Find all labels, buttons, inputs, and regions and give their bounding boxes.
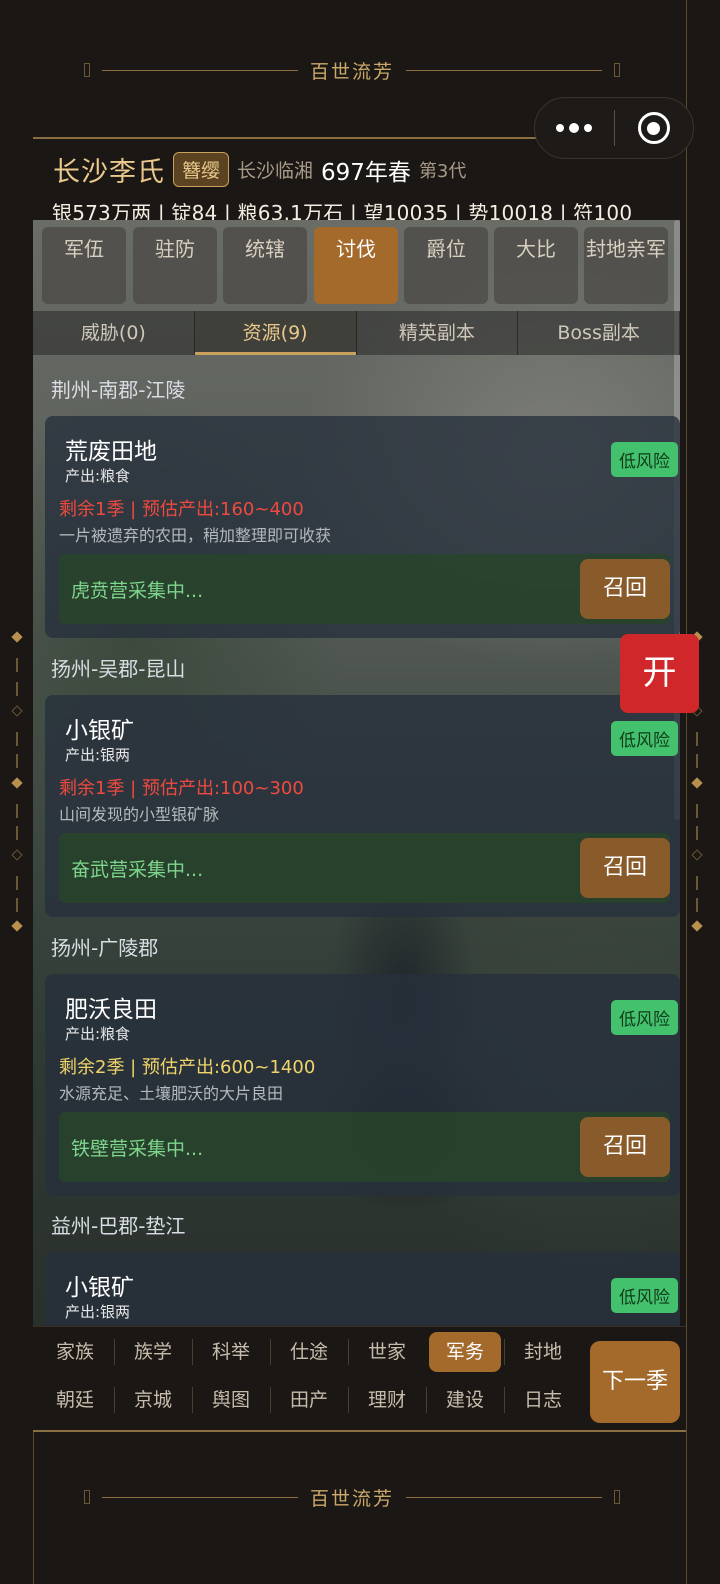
title-endcap-right <box>614 63 621 77</box>
collect-status-text: 奋武营采集中... <box>71 859 204 881</box>
title-rule-right <box>406 69 603 71</box>
recall-button[interactable]: 召回 <box>580 559 670 619</box>
close-miniprogram-button[interactable] <box>615 98 694 158</box>
tab-garrison[interactable]: 驻防 <box>133 227 217 304</box>
subtab-elite-dungeon[interactable]: 精英副本 <box>356 311 519 355</box>
resource-region: 益州-巴郡-垫江 <box>51 1214 186 1238</box>
resource-output: 产出:银两 <box>65 1303 131 1321</box>
risk-badge: 低风险 <box>611 442 678 477</box>
nav-family[interactable]: 家族 <box>36 1332 114 1372</box>
tab-fief-guard[interactable]: 封地亲军 <box>584 227 668 304</box>
collect-status-bar: 虎贲营采集中... 召回 <box>59 554 670 624</box>
resource-remaining: 剩余1季 | 预估产出:100~300 <box>59 778 304 799</box>
subtab-boss-dungeon[interactable]: Boss副本 <box>518 311 680 355</box>
tab-nobility[interactable]: 爵位 <box>404 227 488 304</box>
resource-output: 产出:粮食 <box>65 1025 131 1043</box>
bottom-nav-divider <box>33 1430 686 1432</box>
subtab-threats[interactable]: 威胁(0) <box>33 311 195 355</box>
top-title-row: 百世流芳 <box>84 55 621 85</box>
risk-badge: 低风险 <box>611 1000 678 1035</box>
resource-card: 小银矿 低风险 产出:银两 剩余1季 | 预估产出:100~300 山间发现的小… <box>45 695 680 917</box>
nav-clan-school[interactable]: 族学 <box>114 1332 192 1372</box>
secondary-tabs: 威胁(0) 资源(9) 精英副本 Boss副本 <box>33 311 680 355</box>
tab-competition[interactable]: 大比 <box>494 227 578 304</box>
miniprogram-capsule <box>534 97 694 159</box>
app-title: 百世流芳 <box>310 60 395 83</box>
nav-court[interactable]: 朝廷 <box>36 1380 114 1420</box>
current-year: 697年春 <box>321 159 411 186</box>
nav-career[interactable]: 仕途 <box>270 1332 348 1372</box>
recall-button[interactable]: 召回 <box>580 838 670 898</box>
nav-estates[interactable]: 田产 <box>270 1380 348 1420</box>
clan-name: 长沙李氏 <box>53 157 165 188</box>
rank-badge: 簪缨 <box>173 152 230 187</box>
resource-remaining: 剩余1季 | 预估产出:160~400 <box>59 499 304 520</box>
title-endcap-left <box>84 63 90 77</box>
resource-output: 产出:粮食 <box>65 467 131 485</box>
risk-badge: 低风险 <box>611 721 678 756</box>
more-menu-icon[interactable] <box>535 98 614 158</box>
footer-title: 百世流芳 <box>310 1487 395 1510</box>
nav-map[interactable]: 舆图 <box>192 1380 270 1420</box>
collect-status-bar: 铁壁营采集中... 召回 <box>59 1112 670 1182</box>
left-side-ornament <box>10 630 24 932</box>
title-rule-left <box>102 69 298 71</box>
generation: 第3代 <box>418 160 467 182</box>
clan-location: 长沙临湘 <box>237 160 314 182</box>
subtab-resources[interactable]: 资源(9) <box>194 311 357 355</box>
resource-region: 荆州-南郡-江陵 <box>51 378 186 402</box>
resource-description: 水源充足、土壤肥沃的大片良田 <box>59 1084 284 1103</box>
resource-card: 小银矿 低风险 产出:银两 <box>45 1252 680 1326</box>
resource-remaining: 剩余2季 | 预估产出:600~1400 <box>59 1057 316 1078</box>
recall-button[interactable]: 召回 <box>580 1117 670 1177</box>
bottom-nav: 家族 族学 科举 仕途 世家 军务 封地 朝廷 京城 舆图 田产 理财 建设 日… <box>33 1326 686 1430</box>
clan-title-row: 长沙李氏 簪缨 长沙临湘 697年春 第3代 <box>53 150 466 189</box>
resource-name: 荒废田地 <box>65 439 157 465</box>
resource-name: 肥沃良田 <box>65 997 157 1023</box>
footer-endcap-right <box>614 1490 621 1504</box>
resource-name: 小银矿 <box>65 1275 134 1301</box>
tab-expedition[interactable]: 讨伐 <box>314 227 398 304</box>
resource-region: 扬州-广陵郡 <box>51 936 159 960</box>
nav-military[interactable]: 军务 <box>429 1332 501 1372</box>
main-panel: 军伍 驻防 统辖 讨伐 爵位 大比 封地亲军 威胁(0) 资源(9) 精英副本 … <box>33 220 680 1326</box>
resource-name: 小银矿 <box>65 718 134 744</box>
footer-rule-right <box>406 1496 603 1498</box>
resource-region: 扬州-吴郡-昆山 <box>51 657 186 681</box>
next-season-button[interactable]: 下一季 <box>590 1341 680 1423</box>
resource-description: 一片被遗弃的农田，稍加整理即可收获 <box>59 526 332 545</box>
nav-log[interactable]: 日志 <box>504 1380 582 1420</box>
close-target-icon <box>637 112 670 144</box>
resource-card: 肥沃良田 低风险 产出:粮食 剩余2季 | 预估产出:600~1400 水源充足… <box>45 974 680 1196</box>
footer-title-row: 百世流芳 <box>84 1482 621 1512</box>
nav-finance[interactable]: 理财 <box>348 1380 426 1420</box>
footer-rule-left <box>102 1496 298 1498</box>
collect-status-bar: 奋武营采集中... 召回 <box>59 833 670 903</box>
nav-exam[interactable]: 科举 <box>192 1332 270 1372</box>
nav-fief[interactable]: 封地 <box>504 1332 582 1372</box>
collect-status-text: 虎贲营采集中... <box>71 580 204 602</box>
tab-army[interactable]: 军伍 <box>42 227 126 304</box>
tab-jurisdiction[interactable]: 统辖 <box>223 227 307 304</box>
footer-endcap-left <box>84 1490 90 1504</box>
nav-capital[interactable]: 京城 <box>114 1380 192 1420</box>
risk-badge: 低风险 <box>611 1278 678 1313</box>
nav-noble-houses[interactable]: 世家 <box>348 1332 426 1372</box>
collect-status-text: 铁壁营采集中... <box>71 1138 204 1160</box>
resource-card: 荒废田地 低风险 产出:粮食 剩余1季 | 预估产出:160~400 一片被遗弃… <box>45 416 680 638</box>
resource-output: 产出:银两 <box>65 746 131 764</box>
primary-tabs: 军伍 驻防 统辖 讨伐 爵位 大比 封地亲军 <box>33 227 680 305</box>
open-floating-button[interactable]: 开 <box>620 634 699 713</box>
resource-description: 山间发现的小型银矿脉 <box>59 805 220 824</box>
frame-right-border <box>686 0 687 1584</box>
nav-construction[interactable]: 建设 <box>426 1380 504 1420</box>
